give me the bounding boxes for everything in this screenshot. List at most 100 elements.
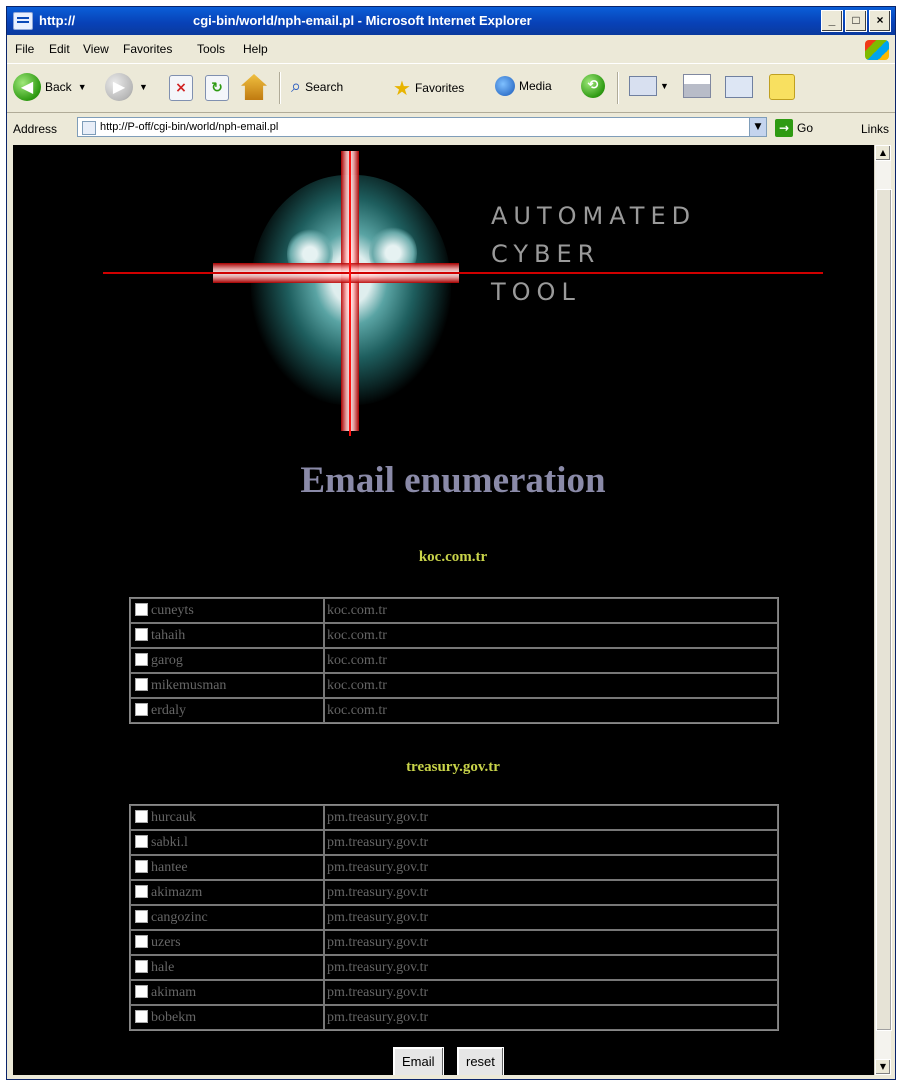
email-checkbox[interactable] (135, 702, 148, 716)
address-label: Address (13, 122, 58, 136)
home-button[interactable] (241, 74, 267, 100)
maximize-button[interactable]: □ (845, 10, 867, 32)
user-cell: hurcauk (130, 805, 324, 830)
menu-help[interactable]: Help (243, 42, 268, 56)
user-cell: tahaih (130, 623, 324, 648)
edit-icon (725, 76, 753, 98)
page-viewport: Automated Cyber Tool Email enumeration k… (13, 145, 875, 1075)
menu-tools[interactable]: Tools (197, 42, 225, 56)
email-checkbox[interactable] (135, 934, 148, 948)
username: hale (151, 959, 175, 975)
media-button[interactable]: Media (495, 76, 552, 96)
reset-button[interactable]: reset (457, 1047, 504, 1075)
browser-window: http:// cgi-bin/world/nph-email.pl - Mic… (6, 6, 896, 1080)
table-row: hale pm.treasury.gov.tr (130, 955, 778, 980)
email-checkbox[interactable] (135, 959, 148, 973)
email-domain: pm.treasury.gov.tr (324, 930, 778, 955)
username: akimazm (151, 884, 203, 900)
user-cell: sabki.l (130, 830, 324, 855)
edit-button[interactable] (725, 76, 753, 98)
user-cell: bobekm (130, 1005, 324, 1030)
email-checkbox[interactable] (135, 809, 148, 823)
star-icon: ★ (393, 76, 411, 100)
mail-icon (629, 76, 657, 96)
email-domain: pm.treasury.gov.tr (324, 905, 778, 930)
refresh-button[interactable]: ↻ (205, 75, 229, 101)
table-row: bobekm pm.treasury.gov.tr (130, 1005, 778, 1030)
scroll-down-icon[interactable]: ▼ (875, 1059, 891, 1075)
email-checkbox[interactable] (135, 834, 148, 848)
email-checkbox[interactable] (135, 1009, 148, 1023)
email-domain: koc.com.tr (324, 623, 778, 648)
toolbar: ◀ Back ▼ ▶ ▼ × ↻ ⌕ Search ★ Favorites Me… (7, 63, 895, 113)
scrollbar-thumb[interactable] (876, 189, 892, 1031)
links-label[interactable]: Links (861, 122, 889, 136)
email-checkbox[interactable] (135, 884, 148, 898)
email-domain: pm.treasury.gov.tr (324, 980, 778, 1005)
table-row: uzers pm.treasury.gov.tr (130, 930, 778, 955)
menu-edit[interactable]: Edit (49, 42, 70, 56)
user-cell: mikemusman (130, 673, 324, 698)
title-prefix: http:// (39, 13, 76, 28)
email-checkbox[interactable] (135, 677, 148, 691)
table-row: hurcauk pm.treasury.gov.tr (130, 805, 778, 830)
favorites-button[interactable]: ★ Favorites (393, 76, 464, 100)
username: mikemusman (151, 677, 227, 693)
scroll-up-icon[interactable]: ▲ (875, 145, 891, 161)
mail-button[interactable]: ▼ (629, 76, 669, 96)
forward-button[interactable]: ▶ ▼ (105, 73, 148, 101)
history-icon: ⟲ (581, 74, 605, 98)
address-dropdown-icon[interactable]: ▼ (749, 118, 766, 136)
history-button[interactable]: ⟲ (581, 74, 605, 98)
print-button[interactable] (683, 74, 711, 98)
email-domain: pm.treasury.gov.tr (324, 880, 778, 905)
email-checkbox[interactable] (135, 652, 148, 666)
back-label: Back (45, 80, 72, 94)
email-domain: koc.com.tr (324, 673, 778, 698)
back-dropdown-icon[interactable]: ▼ (78, 82, 87, 92)
table-row: cangozinc pm.treasury.gov.tr (130, 905, 778, 930)
mail-dropdown-icon[interactable]: ▼ (660, 81, 669, 91)
user-cell: hantee (130, 855, 324, 880)
stop-icon: × (169, 75, 193, 101)
email-submit-button[interactable]: Email (393, 1047, 444, 1075)
page-icon (82, 121, 96, 135)
menu-favorites[interactable]: Favorites (123, 42, 172, 56)
title-bar: http:// cgi-bin/world/nph-email.pl - Mic… (7, 7, 895, 35)
email-checkbox[interactable] (135, 627, 148, 641)
email-domain: pm.treasury.gov.tr (324, 1005, 778, 1030)
email-checkbox[interactable] (135, 602, 148, 616)
email-domain: koc.com.tr (324, 648, 778, 673)
table-row: mikemusman koc.com.tr (130, 673, 778, 698)
address-url: http://P-off/cgi-bin/world/nph-email.pl (100, 121, 279, 133)
forward-dropdown-icon[interactable]: ▼ (139, 82, 148, 92)
home-icon (241, 74, 267, 100)
table-row: akimazm pm.treasury.gov.tr (130, 880, 778, 905)
ie-app-icon (13, 12, 33, 30)
email-checkbox[interactable] (135, 984, 148, 998)
print-icon (683, 74, 711, 98)
menu-view[interactable]: View (83, 42, 109, 56)
messenger-icon (769, 74, 795, 100)
go-button[interactable]: → Go (775, 119, 813, 137)
logo-line-1: Automated (491, 202, 697, 230)
vertical-scrollbar[interactable]: ▲ ▼ (874, 145, 892, 1075)
back-button[interactable]: ◀ Back ▼ (13, 73, 87, 101)
table-row: cuneyts koc.com.tr (130, 598, 778, 623)
table-row: hantee pm.treasury.gov.tr (130, 855, 778, 880)
username: hantee (151, 859, 188, 875)
username: erdaly (151, 702, 186, 718)
address-input[interactable]: http://P-off/cgi-bin/world/nph-email.pl … (77, 117, 767, 137)
stop-button[interactable]: × (169, 75, 193, 101)
search-button[interactable]: ⌕ Search (291, 76, 343, 97)
minimize-button[interactable]: _ (821, 10, 843, 32)
email-checkbox[interactable] (135, 859, 148, 873)
search-icon: ⌕ (291, 76, 302, 97)
menu-file[interactable]: File (15, 42, 34, 56)
user-cell: hale (130, 955, 324, 980)
email-checkbox[interactable] (135, 909, 148, 923)
messenger-button[interactable] (769, 74, 795, 100)
close-button[interactable]: × (869, 10, 891, 32)
email-table-koc: cuneyts koc.com.tr tahaih koc.com.tr garog ko… (129, 597, 779, 724)
logo-text: Automated Cyber Tool (491, 197, 696, 311)
